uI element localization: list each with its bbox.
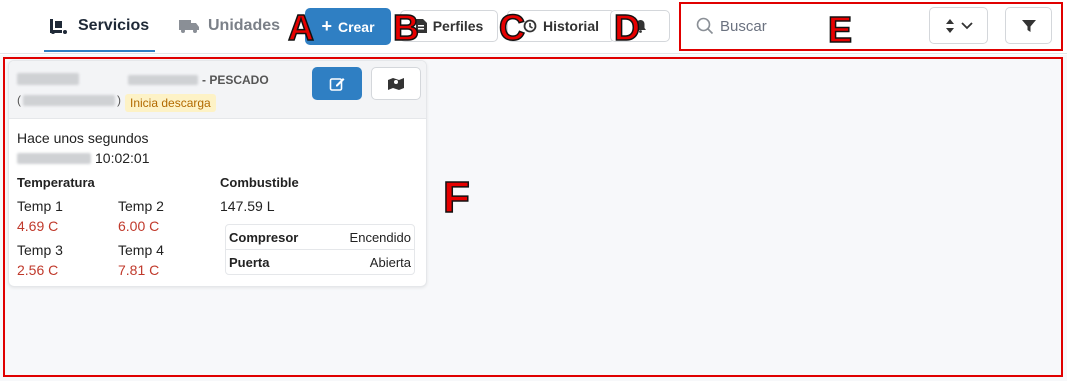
tab-unidades[interactable]: Unidades (178, 0, 280, 52)
tab-servicios[interactable]: Servicios (43, 0, 156, 52)
marker-c: C (498, 7, 526, 48)
tab-servicios-label: Servicios (78, 17, 150, 34)
marker-d: D (613, 7, 641, 48)
historial-label: Historial (542, 18, 599, 34)
annotation-box-f (3, 57, 1063, 377)
marker-e: E (827, 9, 853, 50)
tab-unidades-label: Unidades (208, 17, 281, 34)
marker-f: F (442, 173, 470, 222)
marker-a: A (287, 7, 315, 48)
annotation-box-e (679, 2, 1063, 51)
perfiles-label: Perfiles (432, 18, 484, 34)
history-icon (523, 19, 537, 33)
truck-icon (179, 20, 199, 33)
crear-button[interactable]: + Crear (305, 8, 391, 45)
crear-label: Crear (337, 18, 375, 35)
plus-icon: + (321, 16, 332, 36)
marker-b: B (392, 7, 420, 48)
truck-loading-icon (50, 19, 67, 34)
